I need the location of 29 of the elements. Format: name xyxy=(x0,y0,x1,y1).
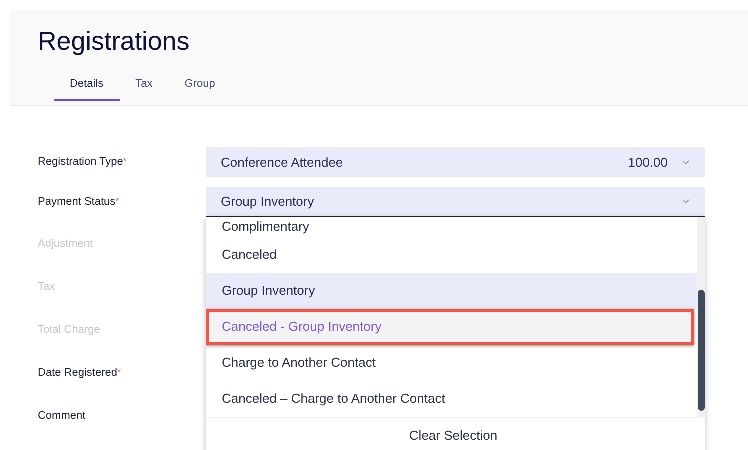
select-field[interactable]: Group Inventory xyxy=(206,187,705,217)
select-value: Group Inventory xyxy=(221,194,316,209)
select-field[interactable]: Conference Attendee 100.00 xyxy=(206,147,705,177)
dropdown-option[interactable]: Group Inventory xyxy=(206,273,697,309)
tab[interactable]: Details xyxy=(54,71,120,101)
dropdown-option[interactable]: Complimentary xyxy=(206,217,697,237)
required-asterisk-icon: * xyxy=(116,196,120,206)
dropdown-option[interactable]: Canceled – Charge to Another Contact xyxy=(206,381,697,417)
field-label: Comment xyxy=(37,410,87,422)
required-asterisk-icon: * xyxy=(118,366,122,376)
field-label: Tax xyxy=(37,280,56,292)
dropdown-option[interactable]: Canceled xyxy=(206,237,697,273)
dropdown-option[interactable]: Canceled - Group Inventory xyxy=(206,309,694,345)
field-label: Date Registered* xyxy=(37,366,122,378)
page-title: Registrations xyxy=(38,26,191,56)
amount-text: 100.00 xyxy=(628,154,668,170)
select-value: Conference Attendee xyxy=(221,154,344,170)
scrollbar-thumb[interactable] xyxy=(698,290,705,411)
field-label: Registration Type* xyxy=(37,156,128,168)
required-asterisk-icon: * xyxy=(123,156,127,166)
field-label: Payment Status* xyxy=(37,196,120,208)
field-label: Total Charge xyxy=(37,324,102,336)
chevron-down-icon xyxy=(682,199,690,204)
dropdown-option[interactable]: Charge to Another Contact xyxy=(206,345,697,381)
tab[interactable]: Tax xyxy=(120,71,169,101)
field-label: Adjustment xyxy=(37,238,94,250)
chevron-down-icon xyxy=(682,160,690,164)
tab[interactable]: Group xyxy=(168,71,232,101)
clear-selection-button[interactable]: Clear Selection xyxy=(401,418,506,450)
